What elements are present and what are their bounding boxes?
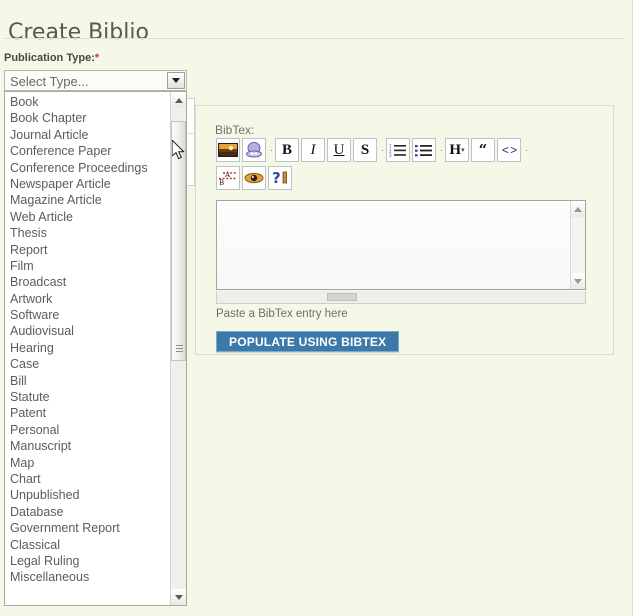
bibtex-hint-text: Paste a BibTex entry here <box>216 308 348 320</box>
bibtex-legend: BibTex: <box>215 123 255 137</box>
option-personal[interactable]: Personal <box>5 422 171 438</box>
textarea-scroll-down-arrow-icon[interactable] <box>571 273 585 289</box>
option-case[interactable]: Case <box>5 356 171 372</box>
page-container: Create Biblio Publication Type:* Select … <box>0 0 633 616</box>
publication-type-label-text: Publication Type: <box>4 52 95 64</box>
underline-icon[interactable]: U <box>327 138 351 162</box>
heading-icon[interactable]: H ▾ <box>445 138 469 162</box>
toolbar-separator-1: · <box>270 145 273 155</box>
find-replace-icon[interactable]: A B <box>216 166 240 190</box>
chevron-down-icon[interactable] <box>167 72 185 89</box>
textarea-scroll-up-arrow-icon[interactable] <box>571 201 585 217</box>
toolbar-separator-4: · <box>525 145 528 155</box>
required-marker: * <box>94 52 100 64</box>
blockquote-icon[interactable]: “ <box>471 138 495 162</box>
preview-icon[interactable] <box>242 166 266 190</box>
scrollbar-grip-icon <box>176 345 183 352</box>
publication-type-label: Publication Type:* <box>4 52 99 64</box>
editor-toolbar-row-1: · B I U S · 1 2 3 · H ▾ “ < > · <box>216 138 586 166</box>
unordered-list-icon[interactable] <box>412 138 436 162</box>
option-classical[interactable]: Classical <box>5 537 171 553</box>
option-statute[interactable]: Statute <box>5 389 171 405</box>
option-database[interactable]: Database <box>5 504 171 520</box>
page-title: Create Biblio <box>8 19 149 45</box>
help-icon[interactable]: ? <box>268 166 292 190</box>
toolbar-separator-3: · <box>440 145 443 155</box>
option-patent[interactable]: Patent <box>5 405 171 421</box>
option-list-items: Book Book Chapter Journal Article Conferenc… <box>5 92 171 586</box>
option-artwork[interactable]: Artwork <box>5 291 171 307</box>
svg-text:3: 3 <box>389 153 392 157</box>
bibtex-textarea[interactable] <box>216 200 586 290</box>
bold-icon[interactable]: B <box>275 138 299 162</box>
option-book[interactable]: Book <box>5 94 171 110</box>
ordered-list-icon[interactable]: 1 2 3 <box>386 138 410 162</box>
italic-icon[interactable]: I <box>301 138 325 162</box>
option-thesis[interactable]: Thesis <box>5 225 171 241</box>
option-chart[interactable]: Chart <box>5 471 171 487</box>
option-software[interactable]: Software <box>5 307 171 323</box>
source-code-icon[interactable]: < > <box>497 138 521 162</box>
bibtex-textarea-horizontal-scrollbar[interactable] <box>216 291 586 304</box>
strikethrough-icon[interactable]: S <box>353 138 377 162</box>
toolbar-separator-2: · <box>381 145 384 155</box>
horizontal-scrollbar-thumb[interactable] <box>327 293 357 301</box>
option-report[interactable]: Report <box>5 242 171 258</box>
option-hearing[interactable]: Hearing <box>5 340 171 356</box>
scroll-down-arrow-icon[interactable] <box>171 589 186 605</box>
option-unpublished[interactable]: Unpublished <box>5 487 171 503</box>
editor-toolbar: · B I U S · 1 2 3 · H ▾ “ < > · A B ? <box>216 138 586 194</box>
option-conference-paper[interactable]: Conference Paper <box>5 143 171 159</box>
option-film[interactable]: Film <box>5 258 171 274</box>
option-magazine-article[interactable]: Magazine Article <box>5 192 171 208</box>
option-book-chapter[interactable]: Book Chapter <box>5 110 171 126</box>
option-government-report[interactable]: Government Report <box>5 520 171 536</box>
scroll-up-arrow-icon[interactable] <box>171 92 186 108</box>
publication-type-selected-value: Select Type... <box>10 74 89 89</box>
option-map[interactable]: Map <box>5 455 171 471</box>
option-bill[interactable]: Bill <box>5 373 171 389</box>
insert-media-icon[interactable] <box>242 138 266 162</box>
option-miscellaneous[interactable]: Miscellaneous <box>5 569 171 585</box>
option-audiovisual[interactable]: Audiovisual <box>5 323 171 339</box>
option-list-scrollbar[interactable] <box>170 92 186 605</box>
option-web-article[interactable]: Web Article <box>5 209 171 225</box>
publication-type-option-list[interactable]: Book Book Chapter Journal Article Conferenc… <box>4 91 187 606</box>
publication-type-select[interactable]: Select Type... <box>4 70 187 91</box>
populate-using-bibtex-button[interactable]: POPULATE USING BIBTEX <box>216 331 400 352</box>
option-newspaper-article[interactable]: Newspaper Article <box>5 176 171 192</box>
svg-text:B: B <box>219 179 224 187</box>
option-journal-article[interactable]: Journal Article <box>5 127 171 143</box>
title-divider <box>4 38 624 39</box>
option-legal-ruling[interactable]: Legal Ruling <box>5 553 171 569</box>
option-broadcast[interactable]: Broadcast <box>5 274 171 290</box>
editor-toolbar-row-2: A B ? <box>216 166 586 194</box>
option-manuscript[interactable]: Manuscript <box>5 438 171 454</box>
bibtex-textarea-vertical-scrollbar[interactable] <box>570 201 585 289</box>
svg-text:?: ? <box>272 169 281 187</box>
option-conference-proceedings[interactable]: Conference Proceedings <box>5 160 171 176</box>
insert-image-icon[interactable] <box>216 138 240 162</box>
bibtex-textarea-content[interactable] <box>217 201 569 289</box>
scrollbar-thumb[interactable] <box>171 121 186 361</box>
